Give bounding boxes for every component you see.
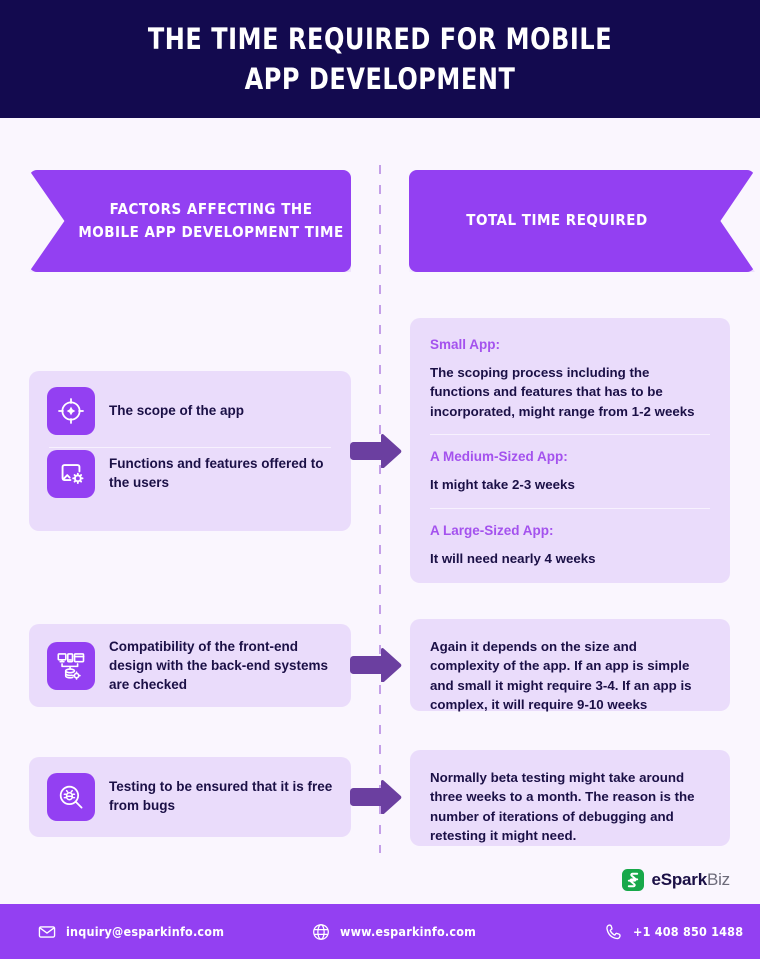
page-title: THE TIME REQUIRED FOR MOBILE APP DEVELOP… bbox=[147, 21, 613, 96]
arrow-right-icon bbox=[348, 648, 404, 682]
banner-total-time: TOTAL TIME REQUIRED bbox=[409, 170, 755, 272]
banner-factors-label: FACTORS AFFECTING THE MOBILE APP DEVELOP… bbox=[78, 199, 344, 241]
target-crosshair-icon bbox=[47, 387, 95, 435]
time-body: It will need nearly 4 weeks bbox=[430, 550, 596, 566]
factor-card: Compatibility of the front-end design wi… bbox=[29, 624, 351, 707]
brand-name-secondary: Biz bbox=[706, 870, 730, 889]
factor-text: Compatibility of the front-end design wi… bbox=[109, 639, 329, 692]
envelope-icon bbox=[38, 923, 56, 941]
time-block: A Medium-Sized App: It might take 2-3 we… bbox=[430, 448, 710, 494]
page-header: THE TIME REQUIRED FOR MOBILE APP DEVELOP… bbox=[0, 0, 760, 118]
banner-factors: FACTORS AFFECTING THE MOBILE APP DEVELOP… bbox=[29, 170, 351, 272]
time-block: Small App: The scoping process including… bbox=[430, 336, 710, 421]
brand-name-primary: eSpark bbox=[651, 870, 707, 889]
time-body: Again it depends on the size and complex… bbox=[430, 639, 692, 712]
factor-card: The scope of the app Functions and featu… bbox=[29, 371, 351, 531]
brand-name: eSparkBiz bbox=[651, 870, 730, 890]
globe-icon bbox=[312, 923, 330, 941]
divider bbox=[430, 507, 710, 509]
factor-text: Functions and features offered to the us… bbox=[109, 456, 324, 490]
factor-text: Testing to be ensured that it is free fr… bbox=[109, 779, 333, 813]
footer-phone[interactable]: +1 408 850 1488 bbox=[605, 923, 743, 941]
magnifier-bug-icon bbox=[47, 773, 95, 821]
time-card: Again it depends on the size and complex… bbox=[410, 619, 730, 714]
time-heading: Small App: bbox=[430, 337, 501, 352]
time-block: Normally beta testing might take around … bbox=[430, 768, 710, 845]
footer-phone-text: +1 408 850 1488 bbox=[633, 924, 744, 939]
brand-logo: eSparkBiz bbox=[622, 869, 730, 891]
page-footer: inquiry@esparkinfo.com www.esparkinfo.co… bbox=[0, 904, 760, 959]
time-body: It might take 2-3 weeks bbox=[430, 477, 575, 493]
devices-database-network-icon bbox=[47, 642, 95, 691]
factor-card: Testing to be ensured that it is free fr… bbox=[29, 757, 351, 837]
footer-email[interactable]: inquiry@esparkinfo.com bbox=[38, 923, 224, 941]
footer-website-text: www.esparkinfo.com bbox=[340, 924, 477, 939]
time-block: Again it depends on the size and complex… bbox=[430, 637, 710, 714]
arrow-right-icon bbox=[348, 434, 404, 468]
center-dashed-divider bbox=[379, 165, 381, 853]
time-block: A Large-Sized App: It will need nearly 4… bbox=[430, 522, 710, 568]
factor-row: Compatibility of the front-end design wi… bbox=[47, 638, 333, 695]
divider bbox=[430, 434, 710, 436]
infographic-page: THE TIME REQUIRED FOR MOBILE APP DEVELOP… bbox=[0, 0, 760, 959]
footer-email-text: inquiry@esparkinfo.com bbox=[66, 924, 225, 939]
factor-text: The scope of the app bbox=[109, 402, 245, 418]
phone-icon bbox=[605, 923, 623, 941]
time-card: Small App: The scoping process including… bbox=[410, 318, 730, 583]
time-heading: A Medium-Sized App: bbox=[430, 449, 568, 465]
time-heading: A Large-Sized App: bbox=[430, 522, 554, 538]
esparkbiz-logo-icon bbox=[622, 869, 645, 891]
time-body: Normally beta testing might take around … bbox=[430, 770, 695, 843]
time-card: Normally beta testing might take around … bbox=[410, 750, 730, 846]
factor-row: The scope of the app bbox=[47, 385, 333, 437]
screen-gear-icon bbox=[47, 450, 95, 498]
time-body: The scoping process including the functi… bbox=[430, 365, 695, 419]
arrow-right-icon bbox=[348, 780, 404, 814]
banner-total-time-label: TOTAL TIME REQUIRED bbox=[466, 211, 648, 230]
factor-row: Functions and features offered to the us… bbox=[47, 448, 333, 500]
factor-row: Testing to be ensured that it is free fr… bbox=[47, 771, 333, 823]
footer-website[interactable]: www.esparkinfo.com bbox=[312, 923, 476, 941]
